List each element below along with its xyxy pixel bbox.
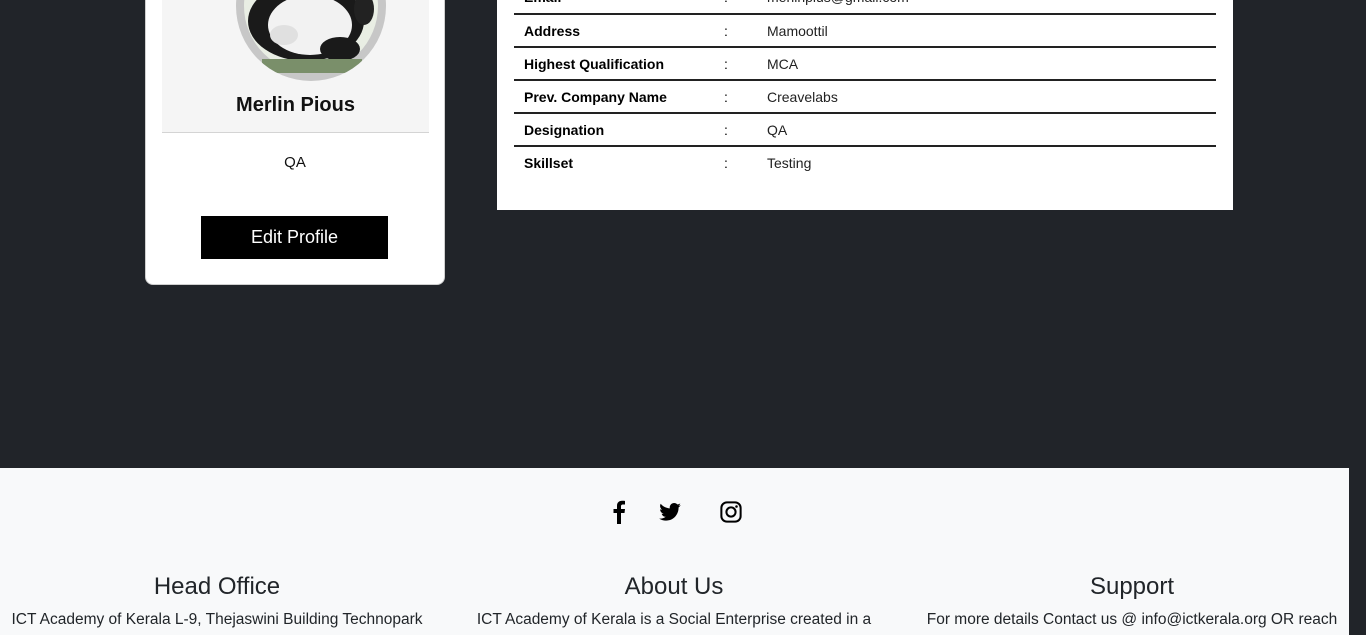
detail-value-address: Mamoottil — [767, 22, 828, 39]
detail-label-prev-company: Prev. Company Name — [524, 88, 667, 105]
footer-support-title: Support — [1089, 573, 1175, 600]
edit-profile-button[interactable]: Edit Profile — [201, 216, 388, 259]
detail-label-email: Email — [514, 0, 724, 14]
table-row: Address : Mamoottil — [514, 14, 1216, 47]
detail-separator: : — [724, 155, 728, 171]
footer-head-office: Head Office ICT Academy of Kerala L-9, T… — [0, 573, 447, 629]
table-row: Prev. Company Name : Creavelabs — [514, 80, 1216, 113]
profile-name: Merlin Pious — [236, 94, 355, 116]
site-footer: Head Office ICT Academy of Kerala L-9, T… — [0, 468, 1349, 635]
table-row: Skillset : Testing — [514, 146, 1216, 179]
profile-card-header: Merlin Pious — [162, 0, 429, 133]
detail-separator: : — [724, 22, 728, 39]
table-row: Email : merlinpius@gmail.com — [514, 0, 1216, 14]
panda-image — [244, 0, 378, 73]
profile-card: Merlin Pious QA Edit Profile — [145, 0, 445, 285]
footer-about-text: ICT Academy of Kerala is a Social Enterp… — [476, 611, 872, 628]
detail-value-skillset: Testing — [767, 155, 812, 171]
footer-about: About Us ICT Academy of Kerala is a Soci… — [444, 573, 904, 629]
detail-separator: : — [724, 55, 728, 72]
detail-value-designation: QA — [767, 121, 788, 138]
facebook-icon[interactable] — [605, 498, 633, 526]
footer-head-office-text: ICT Academy of Kerala L-9, Thejaswini Bu… — [11, 611, 423, 628]
detail-label-designation: Designation — [524, 121, 605, 138]
detail-value-prev-company: Creavelabs — [767, 88, 838, 105]
profile-details-table: Email : merlinpius@gmail.com Address : M… — [514, 0, 1216, 179]
footer-support-text: For more details Contact us @ info@ictke… — [926, 611, 1338, 628]
instagram-icon[interactable] — [717, 498, 745, 526]
footer-support: Support For more details Contact us @ in… — [902, 573, 1362, 629]
detail-label-qualification: Highest Qualification — [524, 55, 665, 72]
twitter-icon[interactable] — [656, 498, 684, 526]
table-row: Designation : QA — [514, 113, 1216, 146]
profile-details-panel: Email : merlinpius@gmail.com Address : M… — [497, 0, 1233, 210]
social-links — [0, 498, 1349, 528]
table-row: Highest Qualification : MCA — [514, 47, 1216, 80]
footer-about-title: About Us — [624, 573, 724, 600]
detail-separator: : — [724, 0, 757, 14]
detail-separator: : — [724, 88, 728, 105]
detail-separator: : — [724, 121, 728, 138]
footer-head-office-title: Head Office — [153, 573, 281, 600]
detail-value-email: merlinpius@gmail.com — [757, 0, 1216, 14]
detail-label-skillset: Skillset — [524, 155, 574, 171]
profile-avatar[interactable] — [236, 0, 386, 81]
profile-role: QA — [284, 154, 306, 171]
detail-value-qualification: MCA — [767, 55, 799, 72]
detail-label-address: Address — [524, 22, 581, 39]
